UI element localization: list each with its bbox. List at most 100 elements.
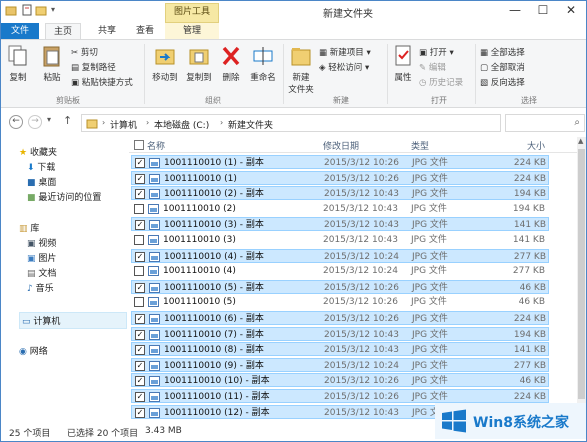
nav-videos[interactable]: ▣ 视频 bbox=[27, 236, 56, 249]
search-box[interactable]: ⌕ bbox=[505, 114, 585, 132]
row-checkbox[interactable]: ✓ bbox=[135, 407, 145, 418]
recent-locations-dropdown[interactable]: ▾ bbox=[47, 115, 51, 124]
row-checkbox[interactable] bbox=[134, 297, 144, 308]
tab-share[interactable]: 共享 bbox=[89, 23, 125, 40]
row-checkbox[interactable] bbox=[134, 235, 144, 245]
nav-favorites-label: 收藏夹 bbox=[29, 148, 57, 158]
breadcrumb-local-disk[interactable]: 本地磁盘 (C:) bbox=[154, 118, 209, 131]
nav-downloads[interactable]: ⬇ 下载 bbox=[27, 160, 55, 173]
up-button[interactable]: ↑ bbox=[63, 114, 72, 127]
tab-manage[interactable]: 管理 bbox=[165, 23, 219, 40]
column-name[interactable]: 名称 bbox=[147, 139, 165, 152]
row-checkbox[interactable]: ✓ bbox=[135, 376, 145, 387]
row-checkbox[interactable]: ✓ bbox=[135, 345, 145, 356]
nav-documents[interactable]: ▤ 文档 bbox=[27, 266, 56, 279]
easy-access-button[interactable]: ◈ 轻松访问 ▾ bbox=[319, 61, 369, 74]
file-size: 277 KB bbox=[513, 360, 546, 371]
row-checkbox[interactable]: ✓ bbox=[135, 220, 145, 231]
file-row[interactable]: ✓ 1001110010 (7) - 副本 2015/3/12 10:43 JPG 文… bbox=[131, 326, 549, 341]
row-checkbox[interactable]: ✓ bbox=[135, 282, 145, 293]
row-checkbox[interactable]: ✓ bbox=[135, 314, 145, 324]
address-bar-row: ← → ▾ ↑ › 计算机 › 本地磁盘 (C:) › 新建文件夹 ⌕ bbox=[1, 109, 586, 135]
invert-selection-button[interactable]: ▧ 反向选择 bbox=[480, 76, 525, 89]
row-checkbox[interactable] bbox=[134, 203, 144, 214]
close-button[interactable]: ✕ bbox=[557, 1, 585, 21]
file-name: 1001110010 (7) - 副本 bbox=[164, 329, 264, 340]
new-folder-button[interactable]: 新建 文件夹 bbox=[286, 44, 316, 95]
vertical-scrollbar[interactable]: ▲ ▼ bbox=[577, 137, 586, 423]
nav-music[interactable]: ♪ 音乐 bbox=[27, 281, 54, 294]
scrollbar-thumb[interactable] bbox=[578, 149, 585, 399]
paste-shortcut-button[interactable]: ▣ 粘贴快捷方式 bbox=[71, 76, 133, 89]
open-button[interactable]: ▣ 打开 ▾ bbox=[419, 46, 454, 59]
file-row[interactable]: ✓ 1001110010 (8) - 副本 2015/3/12 10:43 JPG 文… bbox=[131, 342, 549, 357]
file-row[interactable]: ✓ 1001110010 (10) - 副本 2015/3/12 10:26 JPG … bbox=[131, 373, 549, 388]
row-checkbox[interactable]: ✓ bbox=[135, 173, 145, 184]
file-row[interactable]: 1001110010 (4) 2015/3/12 10:24 JPG 文件 277 K… bbox=[131, 264, 549, 278]
select-all-button[interactable]: ▦ 全部选择 bbox=[480, 46, 525, 59]
row-checkbox[interactable] bbox=[134, 266, 144, 277]
row-checkbox[interactable]: ✓ bbox=[135, 251, 145, 262]
file-row[interactable]: ✓ 1001110010 (3) - 副本 2015/3/12 10:43 JPG 文… bbox=[131, 217, 549, 232]
nav-computer[interactable]: ▭ 计算机 bbox=[19, 312, 127, 329]
copy-to-button[interactable]: 复制到 bbox=[182, 44, 216, 83]
breadcrumb-computer[interactable]: 计算机 bbox=[110, 118, 137, 131]
forward-button[interactable]: → bbox=[28, 115, 42, 129]
row-checkbox[interactable]: ✓ bbox=[135, 392, 145, 402]
file-row[interactable]: ✓ 1001110010 (2) - 副本 2015/3/12 10:43 JPG 文… bbox=[131, 186, 549, 201]
file-row[interactable]: ✓ 1001110010 (1) 2015/3/12 10:26 JPG 文件 224 … bbox=[131, 170, 549, 185]
file-row[interactable]: 1001110010 (2) 2015/3/12 10:43 JPG 文件 194 K… bbox=[131, 202, 549, 216]
row-checkbox[interactable]: ✓ bbox=[135, 158, 145, 168]
rename-button[interactable]: 重命名 bbox=[246, 44, 280, 83]
scroll-up-icon[interactable]: ▲ bbox=[578, 137, 583, 145]
properties-icon[interactable] bbox=[21, 4, 33, 16]
select-none-button[interactable]: ▢ 全部取消 bbox=[480, 61, 525, 74]
column-type[interactable]: 类型 bbox=[411, 139, 429, 152]
qat-dropdown-icon[interactable]: ▾ bbox=[51, 5, 55, 14]
edit-button[interactable]: ✎ 编辑 bbox=[419, 61, 446, 74]
history-button[interactable]: ◷ 历史记录 bbox=[419, 76, 463, 89]
file-row[interactable]: ✓ 1001110010 (5) - 副本 2015/3/12 10:26 JPG 文… bbox=[131, 279, 549, 294]
address-bar[interactable]: › 计算机 › 本地磁盘 (C:) › 新建文件夹 bbox=[81, 114, 501, 132]
breadcrumb-new-folder[interactable]: 新建文件夹 bbox=[228, 118, 273, 131]
new-item-button[interactable]: ▦ 新建项目 ▾ bbox=[319, 46, 371, 59]
file-row[interactable]: ✓ 1001110010 (9) - 副本 2015/3/12 10:24 JPG 文… bbox=[131, 357, 549, 372]
move-to-button[interactable]: 移动到 bbox=[148, 44, 182, 83]
nav-pictures[interactable]: ▣ 图片 bbox=[27, 251, 56, 264]
new-folder-icon[interactable] bbox=[35, 4, 47, 16]
file-row[interactable]: ✓ 1001110010 (11) - 副本 2015/3/12 10:26 JPG … bbox=[131, 389, 549, 403]
delete-button[interactable]: 删除 bbox=[218, 44, 244, 83]
properties-large-icon bbox=[395, 45, 411, 66]
back-button[interactable]: ← bbox=[9, 115, 23, 129]
rename-label: 重命名 bbox=[250, 73, 276, 83]
nav-recent[interactable]: ■ 最近访问的位置 bbox=[27, 190, 101, 203]
file-row[interactable]: 1001110010 (5) 2015/3/12 10:26 JPG 文件 46 KB bbox=[131, 295, 549, 309]
nav-network[interactable]: ◉ 网络 bbox=[19, 344, 48, 357]
nav-libraries[interactable]: ▥ 库 bbox=[19, 221, 39, 234]
minimize-button[interactable]: — bbox=[501, 1, 529, 21]
row-checkbox[interactable]: ✓ bbox=[135, 360, 145, 371]
nav-favorites[interactable]: ★ 收藏夹 bbox=[19, 145, 57, 158]
select-all-checkbox[interactable] bbox=[134, 140, 144, 150]
paste-button[interactable]: 粘贴 bbox=[37, 44, 67, 83]
column-date[interactable]: 修改日期 bbox=[323, 139, 359, 152]
breadcrumb-separator: › bbox=[220, 118, 224, 127]
properties-button[interactable]: 属性 bbox=[390, 44, 416, 83]
cut-button[interactable]: ✂ 剪切 bbox=[71, 46, 98, 59]
tab-home[interactable]: 主页 bbox=[45, 23, 81, 40]
copy-path-button[interactable]: ▤ 复制路径 bbox=[71, 61, 116, 74]
file-row[interactable]: ✓ 1001110010 (1) - 副本 2015/3/12 10:26 JPG 文… bbox=[131, 155, 549, 169]
row-checkbox[interactable]: ✓ bbox=[135, 189, 145, 200]
row-checkbox[interactable]: ✓ bbox=[135, 329, 145, 340]
tab-file[interactable]: 文件 bbox=[1, 23, 39, 40]
maximize-button[interactable]: ☐ bbox=[529, 1, 557, 21]
select-all-label: 全部选择 bbox=[490, 48, 525, 58]
tab-view[interactable]: 查看 bbox=[127, 23, 163, 40]
easy-access-label: 轻松访问 bbox=[328, 63, 363, 73]
column-size[interactable]: 大小 bbox=[527, 139, 545, 152]
file-row[interactable]: 1001110010 (3) 2015/3/12 10:43 JPG 文件 141 K… bbox=[131, 233, 549, 247]
nav-desktop[interactable]: ■ 桌面 bbox=[27, 175, 56, 188]
copy-button[interactable]: 复制 bbox=[5, 44, 31, 83]
file-row[interactable]: ✓ 1001110010 (4) - 副本 2015/3/12 10:24 JPG 文… bbox=[131, 248, 549, 263]
file-row[interactable]: ✓ 1001110010 (6) - 副本 2015/3/12 10:26 JPG 文… bbox=[131, 311, 549, 325]
